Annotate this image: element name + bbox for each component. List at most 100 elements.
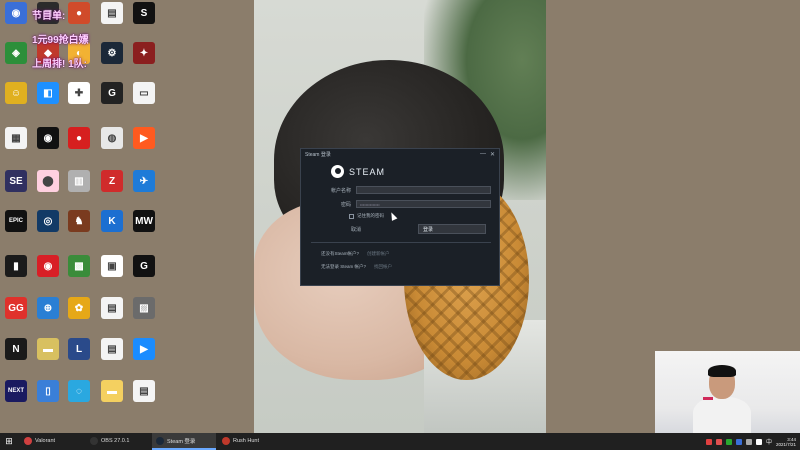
tray-icon[interactable] — [735, 438, 742, 445]
app-icon: G — [101, 82, 123, 104]
desktop-icon[interactable]: ✿ — [63, 297, 95, 321]
desktop-icon[interactable]: ⊕ — [32, 297, 64, 321]
desktop-icon[interactable]: G — [96, 82, 128, 106]
tray-icon[interactable] — [725, 438, 732, 445]
forgot-label: 无法登录 Steam 帐户? — [321, 264, 367, 269]
desktop-icon[interactable]: ▬ — [96, 380, 128, 404]
desktop-icon[interactable]: ◎ — [32, 210, 64, 234]
tray-icon[interactable] — [705, 438, 712, 445]
account-input[interactable] — [356, 186, 491, 194]
desktop-icon[interactable]: MW — [128, 210, 160, 234]
close-icon[interactable]: ✕ — [490, 151, 495, 158]
desktop-icon[interactable]: ▤ — [128, 380, 160, 404]
app-icon: ◎ — [37, 210, 59, 232]
app-icon: MW — [133, 210, 155, 232]
cancel-button[interactable]: 取消 — [351, 226, 361, 233]
desktop-icon[interactable]: ● — [63, 2, 95, 26]
desktop-icon[interactable]: NEXT — [0, 380, 32, 404]
no-account-label: 还没有Steam帐户? — [321, 251, 360, 256]
desktop-icon[interactable]: ▦ — [0, 127, 32, 151]
desktop-icon[interactable]: ✈ — [128, 170, 160, 194]
desktop-icon[interactable]: L — [63, 338, 95, 362]
desktop-icon[interactable]: S — [128, 2, 160, 26]
desktop-icon[interactable]: ⚙ — [96, 42, 128, 66]
desktop-icon[interactable]: ◈ — [0, 42, 32, 66]
taskbar-app-button[interactable]: Rush Hunt — [218, 433, 282, 450]
desktop-icon[interactable]: GG — [0, 297, 32, 321]
app-icon: S — [133, 2, 155, 24]
desktop-icon[interactable]: ● — [63, 127, 95, 151]
taskbar-app-icon — [24, 436, 32, 445]
desktop-icon[interactable]: ◉ — [32, 255, 64, 279]
steam-logo-text: STEAM — [349, 166, 386, 177]
desktop-icon[interactable]: EPIC — [0, 210, 32, 234]
desktop-icon[interactable]: ◧ — [32, 82, 64, 106]
password-label: 密码 — [340, 201, 351, 208]
app-icon: ◈ — [5, 42, 27, 64]
taskbar-app-icon — [222, 436, 230, 445]
app-icon: ▤ — [101, 297, 123, 319]
tray-icon[interactable] — [755, 438, 762, 445]
desktop-icon[interactable]: ▣ — [96, 255, 128, 279]
taskbar-app-button[interactable]: Valorant — [20, 433, 84, 450]
desktop-icon[interactable]: ▭ — [128, 82, 160, 106]
desktop-icon[interactable]: ▬ — [32, 338, 64, 362]
desktop-icon[interactable]: G — [128, 255, 160, 279]
create-account-link[interactable]: 创建新帐户 — [367, 251, 390, 257]
desktop-icon[interactable]: ▮ — [0, 255, 32, 279]
remember-password-checkbox[interactable]: 记住我的密码 — [349, 213, 384, 219]
desktop-icon[interactable]: N — [0, 338, 32, 362]
desktop-icon[interactable]: ♞ — [63, 210, 95, 234]
app-icon: ✚ — [68, 82, 90, 104]
desktop-icon[interactable]: ▤ — [96, 338, 128, 362]
desktop-icon[interactable]: SE — [0, 170, 32, 194]
desktop-icon[interactable]: ▥ — [63, 170, 95, 194]
desktop-icon[interactable]: ◍ — [96, 127, 128, 151]
desktop-icon[interactable]: ▶ — [128, 127, 160, 151]
desktop-icon[interactable]: ▯ — [32, 380, 64, 404]
app-icon: ♞ — [68, 210, 90, 232]
desktop-icon[interactable]: K — [96, 210, 128, 234]
desktop-icon[interactable]: Z — [96, 170, 128, 194]
desktop-icon[interactable]: ☺ — [0, 82, 32, 106]
app-icon: ▨ — [133, 297, 155, 319]
clock-date: 2021/7/21 — [775, 441, 796, 447]
minimize-icon[interactable]: — — [480, 151, 486, 158]
dialog-divider — [311, 242, 491, 243]
desktop-icon[interactable]: ▨ — [128, 297, 160, 321]
desktop-icon[interactable]: ◉ — [0, 2, 32, 26]
account-row: 帐户名称 — [321, 186, 491, 194]
desktop-icon[interactable]: ◌ — [63, 380, 95, 404]
app-icon: ◍ — [101, 127, 123, 149]
taskbar: ⊞ Valorant OBS 27.0.1 Steam 登录 Rush Hunt 中 … — [0, 433, 800, 450]
password-row: 密码 •••••••••••••• — [321, 200, 491, 208]
ime-indicator[interactable]: 中 — [766, 437, 772, 446]
tray-icon[interactable] — [745, 438, 752, 445]
desktop-icon[interactable]: ◉ — [32, 127, 64, 151]
app-icon: GG — [5, 297, 27, 319]
desktop-icon[interactable]: ▶ — [128, 338, 160, 362]
desktop-icon[interactable]: ▤ — [96, 297, 128, 321]
desktop-icon[interactable]: ✚ — [63, 82, 95, 106]
clock[interactable]: 3:44 2021/7/21 — [776, 437, 796, 447]
start-button[interactable]: ⊞ — [0, 433, 18, 450]
desktop-icon[interactable]: ▩ — [63, 255, 95, 279]
app-icon: ▯ — [37, 380, 59, 402]
dialog-titlebar[interactable]: Steam 登录 — ✕ — [301, 149, 499, 159]
webcam-overlay — [655, 351, 800, 433]
taskbar-app-button[interactable]: OBS 27.0.1 — [86, 433, 150, 450]
checkbox-box[interactable] — [349, 213, 354, 219]
password-input[interactable]: •••••••••••••• — [356, 200, 491, 208]
taskbar-app-button[interactable]: Steam 登录 — [152, 433, 216, 450]
app-icon: ▤ — [101, 338, 123, 360]
recover-account-link[interactable]: 找回帐户 — [374, 264, 392, 270]
desktop-icon[interactable]: ✦ — [128, 42, 160, 66]
create-account-row: 还没有Steam帐户? 创建新帐户 — [321, 251, 390, 257]
desktop-icon[interactable]: ▤ — [96, 2, 128, 26]
login-button[interactable]: 登录 — [418, 224, 486, 234]
stream-overlay-text: 节目单: — [32, 11, 66, 22]
tray-icon[interactable] — [715, 438, 722, 445]
app-icon: ⊕ — [37, 297, 59, 319]
app-icon: ▮ — [5, 255, 27, 277]
desktop-icon[interactable]: ⬤ — [32, 170, 64, 194]
